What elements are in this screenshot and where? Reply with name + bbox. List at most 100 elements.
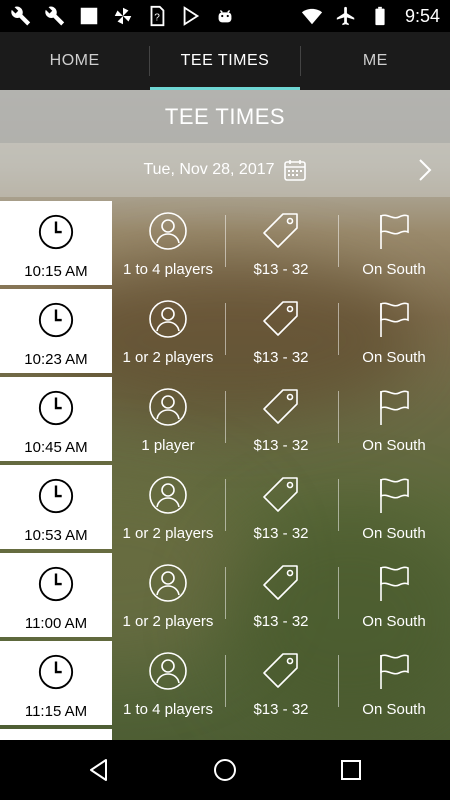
tab-bar: HOME TEE TIMES ME: [0, 32, 450, 90]
course-cell: On South: [338, 553, 450, 637]
airplane-icon: [336, 6, 355, 26]
wrench-icon: [45, 6, 65, 26]
home-icon[interactable]: [212, 757, 238, 783]
price-tag-icon: [263, 301, 298, 336]
wifi-icon: [301, 8, 323, 25]
players-cell: 1 player: [112, 377, 224, 461]
chevron-right-icon[interactable]: [418, 158, 432, 182]
tee-time-label: 10:23 AM: [24, 351, 88, 368]
back-icon[interactable]: [86, 757, 112, 783]
course-cell: On South: [338, 201, 450, 285]
price-cell: $13 - 32: [225, 377, 337, 461]
tee-time-row[interactable]: 11:15 AM 1 to 4 players $13 - 32 On Sout…: [0, 641, 450, 725]
tee-time-row[interactable]: 10:45 AM 1 player $13 - 32 On South: [0, 377, 450, 461]
course-label: On South: [362, 525, 426, 542]
tee-time-slot: 10:53 AM: [0, 465, 112, 549]
tee-time-row[interactable]: 10:53 AM 1 or 2 players $13 - 32 On Sout…: [0, 465, 450, 549]
price-cell: $13 - 32: [225, 641, 337, 725]
tee-time-slot: 11:00 AM: [0, 553, 112, 637]
price-cell: $13 - 32: [225, 201, 337, 285]
course-label: On South: [362, 349, 426, 366]
course-label: On South: [362, 261, 426, 278]
players-cell: 1 to 4 players: [112, 641, 224, 725]
flag-icon: [380, 566, 409, 601]
price-label: $13 - 32: [253, 349, 309, 366]
tab-me[interactable]: ME: [301, 32, 450, 90]
sim-question-icon: ?: [150, 5, 165, 27]
page-title-text: TEE TIMES: [164, 103, 286, 129]
tee-time-row[interactable]: 10:15 AM 1 to 4 players $13 - 32 On Sout…: [0, 201, 450, 285]
players-cell: 1 or 2 players: [112, 289, 224, 373]
android-icon: [218, 10, 232, 23]
flag-icon: [380, 390, 409, 425]
price-cell: $13 - 32: [225, 553, 337, 637]
svg-text:?: ?: [154, 13, 160, 24]
tee-time-label: 11:15 AM: [24, 703, 88, 720]
clock-icon: [38, 214, 74, 250]
user-icon: [149, 212, 187, 250]
tab-home[interactable]: HOME: [0, 32, 149, 90]
tee-time-label: 10:15 AM: [24, 263, 88, 280]
course-label: On South: [362, 437, 426, 454]
calendar-icon[interactable]: [283, 158, 307, 182]
course-cell: On South: [338, 289, 450, 373]
price-tag-icon: [263, 653, 298, 688]
course-cell: On South: [338, 377, 450, 461]
flag-icon: [380, 478, 409, 513]
tee-time-row[interactable]: [0, 729, 450, 740]
page-title: TEE TIMES: [0, 90, 450, 143]
tee-time-label: 10:53 AM: [24, 527, 88, 544]
price-tag-icon: [263, 213, 298, 248]
user-icon: [149, 564, 187, 602]
price-label: $13 - 32: [253, 525, 309, 542]
course-cell: On South: [338, 641, 450, 725]
players-label: 1 to 4 players: [122, 701, 214, 718]
play-store-icon: [183, 6, 200, 26]
user-icon: [149, 476, 187, 514]
players-label: 1 or 2 players: [122, 349, 214, 366]
flag-icon: [380, 214, 409, 249]
clock-icon: [38, 566, 74, 602]
date-selector[interactable]: Tue, Nov 28, 2017: [0, 143, 450, 197]
price-label: $13 - 32: [253, 437, 309, 454]
tee-time-slot: 11:15 AM: [0, 641, 112, 725]
tee-time-row[interactable]: 11:00 AM 1 or 2 players $13 - 32 On Sout…: [0, 553, 450, 637]
tee-time-label: 11:00 AM: [24, 615, 88, 632]
players-cell: 1 or 2 players: [112, 465, 224, 549]
tee-time-row[interactable]: 10:23 AM 1 or 2 players $13 - 32 On Sout…: [0, 289, 450, 373]
tee-time-slot: [0, 729, 112, 740]
tee-time-label: 10:45 AM: [24, 439, 88, 456]
clock-icon: [38, 390, 74, 426]
players-label: 1 player: [141, 437, 195, 454]
clock-icon: [38, 654, 74, 690]
clock-icon: [38, 478, 74, 514]
price-label: $13 - 32: [253, 613, 309, 630]
price-cell: $13 - 32: [225, 289, 337, 373]
pinwheel-icon: [114, 7, 132, 25]
clock-icon: [38, 302, 74, 338]
battery-icon: [375, 6, 385, 26]
user-icon: [149, 652, 187, 690]
players-label: 1 to 4 players: [122, 261, 214, 278]
wrench-icon: [11, 6, 31, 26]
tee-time-slot: 10:15 AM: [0, 201, 112, 285]
players-cell: 1 to 4 players: [112, 201, 224, 285]
players-label: 1 or 2 players: [122, 613, 214, 630]
status-bar: ? 9:54: [0, 0, 450, 32]
players-label: 1 or 2 players: [122, 525, 214, 542]
price-tag-icon: [263, 565, 298, 600]
course-label: On South: [362, 613, 426, 630]
tee-time-slot: 10:23 AM: [0, 289, 112, 373]
selected-date: Tue, Nov 28, 2017: [143, 161, 275, 178]
recents-icon[interactable]: [338, 757, 364, 783]
user-icon: [149, 300, 187, 338]
tab-tee-times[interactable]: TEE TIMES: [150, 32, 300, 90]
user-icon: [149, 388, 187, 426]
status-time: 9:54: [404, 5, 440, 26]
flag-icon: [380, 654, 409, 689]
stop-square-icon: [80, 7, 98, 25]
course-cell: On South: [338, 465, 450, 549]
tee-times-screen: TEE TIMES Tue, Nov 28, 2017 10:15 AM 1 t…: [0, 90, 450, 740]
players-cell: 1 or 2 players: [112, 553, 224, 637]
price-label: $13 - 32: [253, 701, 309, 718]
